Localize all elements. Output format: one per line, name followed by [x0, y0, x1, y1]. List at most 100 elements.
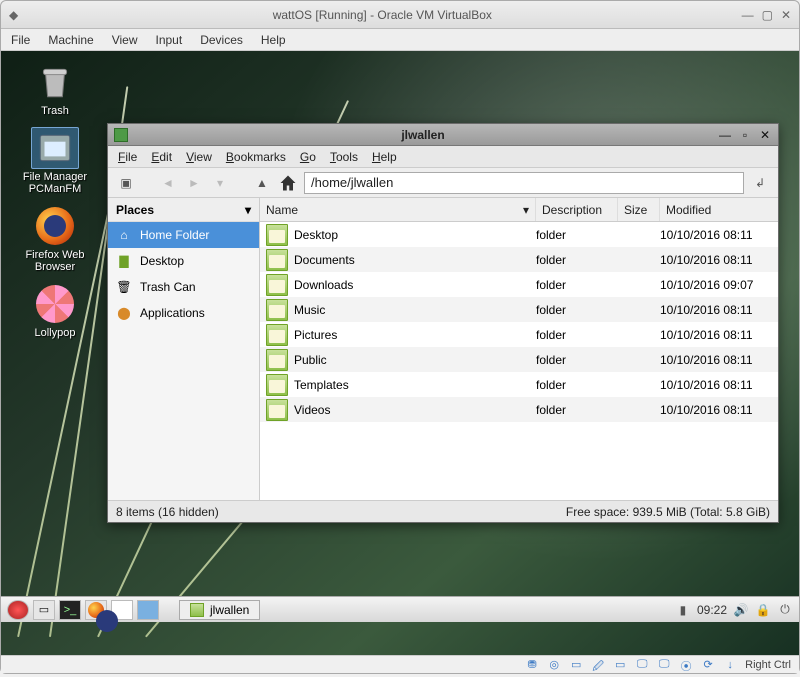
desktop-icon-trash[interactable]: Trash [11, 61, 99, 117]
vbox-statusbar: ⛃ ◎ ▭ 🖉 ▭ 🖵 🖵 ⦿ ⟳ ↓ Right Ctrl [1, 655, 799, 673]
terminal-launcher[interactable]: >_ [59, 600, 81, 620]
vbox-recording-icon[interactable]: ⟳ [701, 658, 715, 672]
desktop-icon-firefox[interactable]: Firefox Web Browser [11, 205, 99, 273]
sidebar-item-label: Applications [140, 306, 205, 320]
column-modified[interactable]: Modified [660, 198, 778, 221]
fm-menu-help[interactable]: Help [372, 150, 397, 164]
desktop-icon-lollypop[interactable]: Lollypop [11, 283, 99, 339]
minimize-icon[interactable]: — [718, 128, 732, 142]
vbox-capture-icon[interactable]: ⦿ [679, 658, 693, 672]
file-modified: 10/10/2016 09:07 [660, 278, 778, 292]
trash-icon: 🗑 [116, 279, 132, 295]
sidebar-item-label: Desktop [140, 254, 184, 268]
vbox-display-icon[interactable]: 🖵 [657, 658, 671, 672]
file-modified: 10/10/2016 08:11 [660, 353, 778, 367]
logout-icon[interactable]: ⏻ [777, 602, 793, 618]
vbox-host-key[interactable]: Right Ctrl [745, 659, 791, 671]
vbox-menu-view[interactable]: View [112, 33, 138, 47]
fm-menu-go[interactable]: Go [300, 150, 316, 164]
vbox-menu-file[interactable]: File [11, 33, 30, 47]
vbox-mouse-icon[interactable]: ↓ [723, 658, 737, 672]
table-row[interactable]: Publicfolder10/10/2016 08:11 [260, 347, 778, 372]
file-modified: 10/10/2016 08:11 [660, 303, 778, 317]
vbox-optical-icon[interactable]: ◎ [547, 658, 561, 672]
sidebar-item-home[interactable]: ⌂ Home Folder [108, 222, 259, 248]
volume-icon[interactable]: 🔊 [733, 602, 749, 618]
folder-icon [266, 349, 288, 371]
chevron-down-icon: ▾ [245, 203, 251, 217]
lock-icon[interactable]: 🔒 [755, 602, 771, 618]
new-tab-button[interactable]: ▣ [116, 173, 136, 193]
file-desc: folder [536, 328, 618, 342]
close-icon[interactable]: ✕ [758, 128, 772, 142]
vbox-shared-icon[interactable]: 🖵 [635, 658, 649, 672]
vbox-menu-devices[interactable]: Devices [200, 33, 243, 47]
vbox-menu-input[interactable]: Input [156, 33, 183, 47]
folder-icon [114, 128, 128, 142]
task-label: jlwallen [210, 603, 249, 617]
file-modified: 10/10/2016 08:11 [660, 328, 778, 342]
fm-titlebar[interactable]: jlwallen — ▫ ✕ [108, 124, 778, 146]
vbox-close-icon[interactable]: ✕ [781, 8, 791, 22]
column-name[interactable]: Name ▾ [260, 198, 536, 221]
back-button[interactable]: ◄ [158, 173, 178, 193]
vbox-minimize-icon[interactable]: — [742, 8, 754, 22]
app-menu-button[interactable] [7, 600, 29, 620]
column-size[interactable]: Size [618, 198, 660, 221]
table-row[interactable]: Picturesfolder10/10/2016 08:11 [260, 322, 778, 347]
workspace-2[interactable] [137, 600, 159, 620]
trash-icon [31, 61, 79, 103]
table-row[interactable]: Desktopfolder10/10/2016 08:11 [260, 222, 778, 247]
vbox-maximize-icon[interactable]: ▢ [762, 8, 773, 22]
go-button[interactable]: ↲ [750, 173, 770, 193]
sort-indicator-icon: ▾ [523, 203, 529, 217]
column-description[interactable]: Description [536, 198, 618, 221]
table-row[interactable]: Musicfolder10/10/2016 08:11 [260, 297, 778, 322]
file-manager-window: jlwallen — ▫ ✕ File Edit View Bookmarks … [107, 123, 779, 523]
table-row[interactable]: Documentsfolder10/10/2016 08:11 [260, 247, 778, 272]
fm-menu-bookmarks[interactable]: Bookmarks [226, 150, 286, 164]
vbox-menu-help[interactable]: Help [261, 33, 286, 47]
file-name: Downloads [294, 278, 536, 292]
rows-container[interactable]: Desktopfolder10/10/2016 08:11Documentsfo… [260, 222, 778, 500]
desktop-icon-filemanager[interactable]: File Manager PCManFM [11, 127, 99, 195]
vbox-title: wattOS [Running] - Oracle VM VirtualBox [23, 8, 742, 22]
file-manager-icon [31, 127, 79, 169]
file-name: Documents [294, 253, 536, 267]
show-desktop-button[interactable]: ▭ [33, 600, 55, 620]
folder-icon [266, 224, 288, 246]
forward-button[interactable]: ► [184, 173, 204, 193]
fm-menu-view[interactable]: View [186, 150, 212, 164]
home-button[interactable] [278, 173, 298, 193]
desktop-label: Lollypop [35, 327, 76, 339]
task-button-filemanager[interactable]: jlwallen [179, 600, 260, 620]
up-button[interactable]: ▲ [252, 173, 272, 193]
sidebar-header-label: Places [116, 203, 154, 217]
clock[interactable]: 09:22 [697, 603, 727, 617]
table-row[interactable]: Downloadsfolder10/10/2016 09:07 [260, 272, 778, 297]
vbox-audio-icon[interactable]: ▭ [569, 658, 583, 672]
folder-icon: ▇ [116, 253, 132, 269]
virtualbox-window: ◆ wattOS [Running] - Oracle VM VirtualBo… [0, 0, 800, 674]
path-input[interactable] [304, 172, 744, 194]
vbox-hdd-icon[interactable]: ⛃ [525, 658, 539, 672]
firefox-launcher[interactable] [85, 600, 107, 620]
table-row[interactable]: Videosfolder10/10/2016 08:11 [260, 397, 778, 422]
sidebar-item-apps[interactable]: ⬤ Applications [108, 300, 259, 326]
table-row[interactable]: Templatesfolder10/10/2016 08:11 [260, 372, 778, 397]
lollypop-icon [31, 283, 79, 325]
vbox-network-icon[interactable]: ▭ [613, 658, 627, 672]
battery-icon[interactable]: ▮ [675, 602, 691, 618]
vbox-usb-icon[interactable]: 🖉 [591, 658, 605, 672]
sidebar-header[interactable]: Places ▾ [108, 198, 259, 222]
fm-menu-file[interactable]: File [118, 150, 137, 164]
guest-desktop[interactable]: Trash File Manager PCManFM Firefox Web B… [1, 51, 799, 655]
maximize-icon[interactable]: ▫ [738, 128, 752, 142]
fm-menu-edit[interactable]: Edit [151, 150, 172, 164]
file-desc: folder [536, 228, 618, 242]
fm-menu-tools[interactable]: Tools [330, 150, 358, 164]
vbox-menu-machine[interactable]: Machine [48, 33, 93, 47]
history-dropdown[interactable]: ▾ [210, 173, 230, 193]
sidebar-item-desktop[interactable]: ▇ Desktop [108, 248, 259, 274]
sidebar-item-trash[interactable]: 🗑 Trash Can [108, 274, 259, 300]
